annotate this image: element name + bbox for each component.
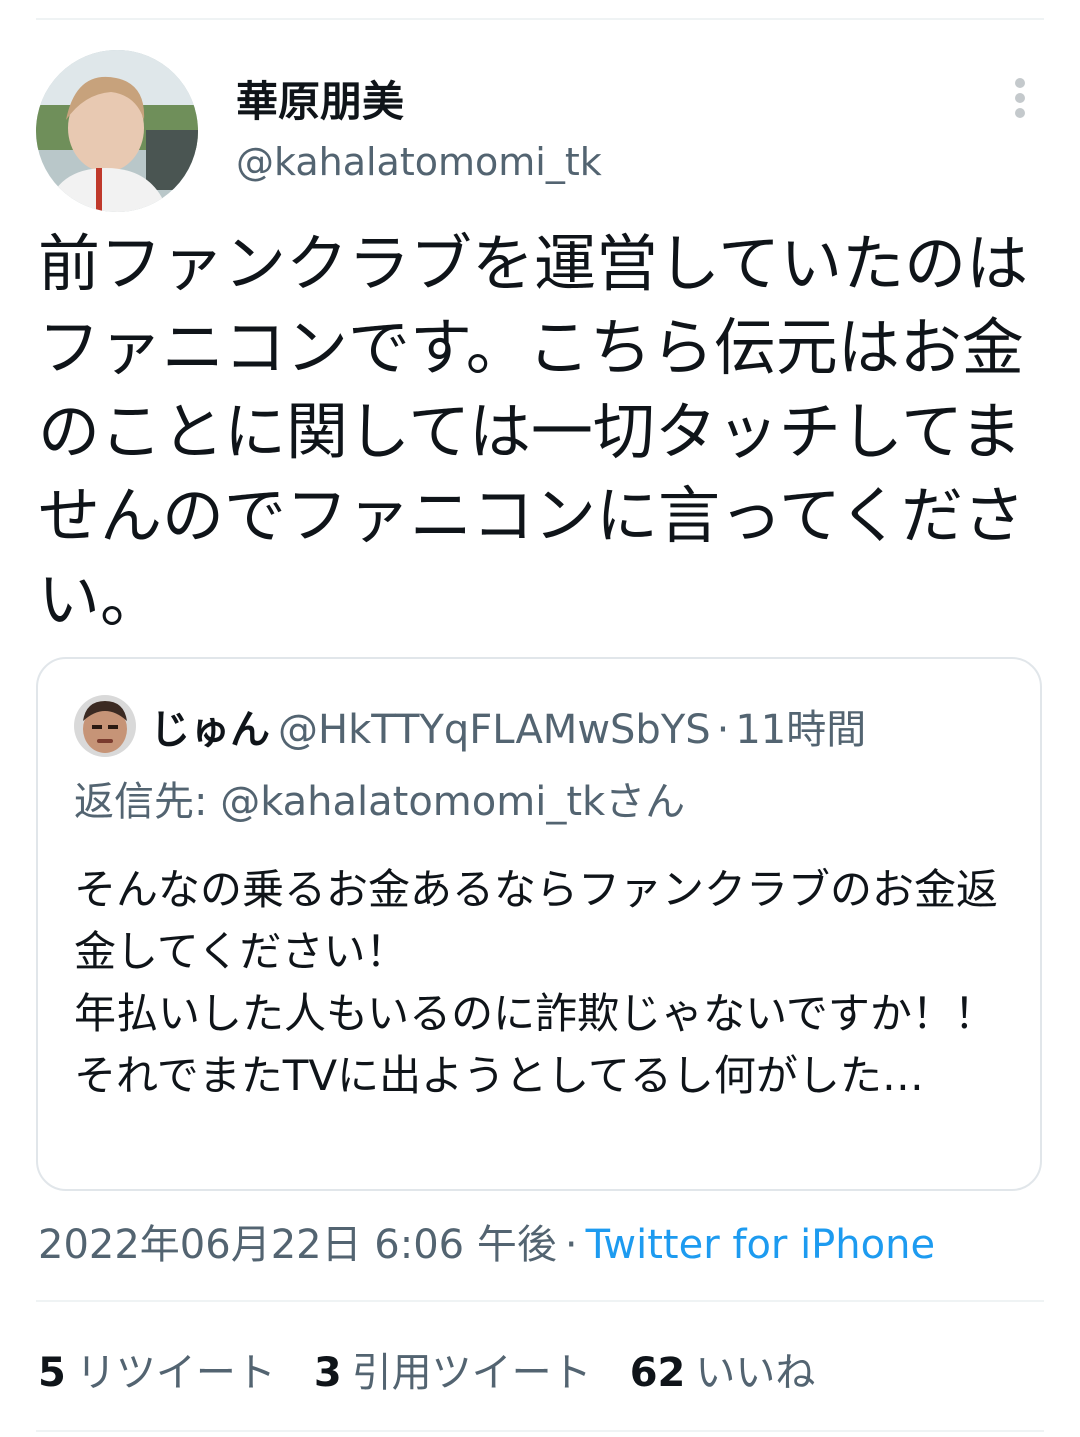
author-avatar[interactable] [36, 50, 198, 212]
author-handle[interactable]: @kahalatomomi_tk [236, 140, 602, 184]
reply-to-label: 返信先: @kahalatomomi_tkさん [74, 779, 686, 825]
retweets-count: 5 [38, 1350, 66, 1396]
likes-count: 62 [629, 1350, 686, 1396]
avatar-photo-icon [36, 50, 198, 212]
meta-separator: · [564, 1222, 578, 1268]
quoted-author-avatar [74, 695, 136, 757]
quoted-author-handle: @HkTTYqFLAMwSbYS [278, 707, 711, 753]
retweets-label: リツイート [75, 1350, 276, 1396]
quoted-tweet-card[interactable]: じゅん @HkTTYqFLAMwSbYS · 11時間 返信先: @kahalatom… [36, 657, 1042, 1191]
quoted-separator: · [716, 707, 730, 753]
quoted-timestamp: 11時間 [735, 707, 867, 753]
tweet-timestamp[interactable]: 2022年06月22日 6:06 午後 [38, 1222, 557, 1268]
quoted-author-name: じゅん [150, 707, 270, 753]
likes-stat[interactable]: 62 いいね [630, 1340, 816, 1398]
more-options-icon[interactable] [1006, 78, 1034, 118]
author-display-name[interactable]: 華原朋美 [236, 68, 404, 129]
retweets-stat[interactable]: 5 リツイート [38, 1340, 276, 1398]
top-divider [36, 18, 1044, 20]
tweet-text: 前ファンクラブを運営していたのはファニコンです。こちら伝元はお金のことに関しては… [38, 227, 1029, 636]
likes-label: いいね [695, 1350, 816, 1396]
quoted-tweet-text: そんなの乗るお金あるならファンクラブのお金返金してください！ 年払いした人もいる… [74, 865, 999, 1100]
tweet-source-link[interactable]: Twitter for iPhone [586, 1222, 936, 1268]
quoted-tweet-header: じゅん @HkTTYqFLAMwSbYS · 11時間 [150, 697, 866, 755]
stats-divider [36, 1300, 1044, 1302]
bottom-divider [36, 1430, 1044, 1432]
quotes-stat[interactable]: 3 引用ツイート [314, 1340, 592, 1398]
tweet-meta: 2022年06月22日 6:06 午後 · Twitter for iPhone [38, 1212, 935, 1270]
quotes-label: 引用ツイート [351, 1350, 592, 1396]
quotes-count: 3 [313, 1350, 342, 1396]
engagement-stats: 5 リツイート 3 引用ツイート 62 いいね [38, 1340, 853, 1398]
quoted-avatar-photo-icon [74, 695, 136, 757]
